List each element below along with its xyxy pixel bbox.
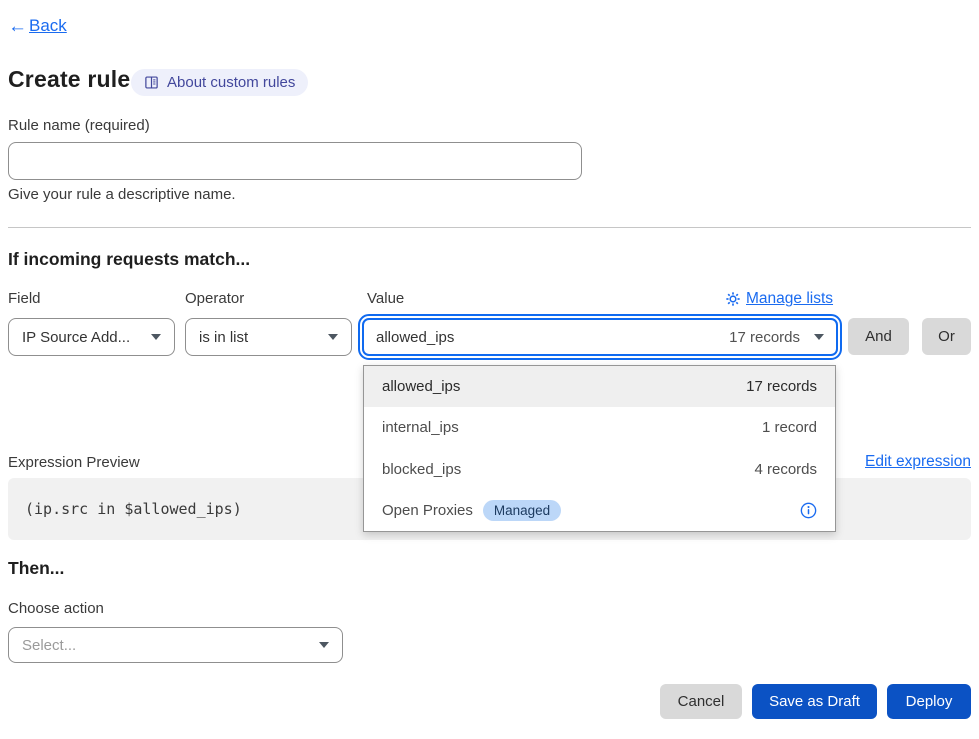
book-icon [144,75,159,90]
footer-actions: Cancel Save as Draft Deploy [0,684,979,719]
choose-action-label: Choose action [8,600,104,617]
list-name: blocked_ips [382,461,461,478]
chevron-down-icon [319,642,329,648]
info-icon[interactable] [800,502,817,519]
action-select[interactable]: Select... [8,627,343,663]
manage-lists-link[interactable]: Manage lists [726,290,833,308]
and-button[interactable]: And [848,318,909,355]
section-divider [8,227,971,228]
create-rule-page: ←Back Create rule About custom rules Rul… [0,0,979,739]
expression-preview-label: Expression Preview [8,454,140,471]
field-select-value: IP Source Add... [22,329,130,346]
chevron-down-icon [151,334,161,340]
list-record-count: 4 records [754,461,817,478]
about-custom-rules-badge[interactable]: About custom rules [131,69,308,96]
value-label: Value [367,290,404,307]
then-heading: Then... [8,558,64,579]
cancel-button[interactable]: Cancel [660,684,742,719]
list-name: internal_ips [382,419,459,436]
back-link[interactable]: ←Back [8,16,67,36]
list-record-count: 1 record [762,419,817,436]
manage-lists-label[interactable]: Manage lists [746,290,833,308]
edit-expression-link[interactable]: Edit expression [865,453,971,471]
field-label: Field [8,290,41,307]
rule-name-input[interactable] [8,142,582,180]
page-title: Create rule [8,66,130,93]
list-name: Open Proxies [382,502,473,519]
about-badge-label: About custom rules [167,74,295,91]
expression-code: (ip.src in $allowed_ips) [25,500,242,518]
dropdown-item-internal-ips[interactable]: internal_ips 1 record [364,407,835,448]
match-heading: If incoming requests match... [8,249,250,270]
managed-badge: Managed [483,500,561,521]
operator-select[interactable]: is in list [185,318,352,356]
value-select-selected: allowed_ips [376,329,454,346]
value-select-records: 17 records [729,329,800,346]
back-link-label[interactable]: Back [29,16,67,36]
deploy-button[interactable]: Deploy [887,684,971,719]
rule-name-helper: Give your rule a descriptive name. [8,186,236,203]
save-as-draft-button[interactable]: Save as Draft [752,684,877,719]
or-button[interactable]: Or [922,318,971,355]
list-name: allowed_ips [382,378,460,395]
action-select-placeholder: Select... [22,637,76,654]
dropdown-item-open-proxies[interactable]: Open Proxies Managed [364,490,835,531]
dropdown-item-allowed-ips[interactable]: allowed_ips 17 records [364,366,835,407]
gear-icon [726,292,740,306]
value-select[interactable]: allowed_ips 17 records [362,318,838,356]
list-record-count: 17 records [746,378,817,395]
chevron-down-icon [814,334,824,340]
chevron-down-icon [328,334,338,340]
operator-select-value: is in list [199,329,248,346]
back-arrow-icon: ← [8,17,27,36]
value-select-focus-ring: allowed_ips 17 records [358,314,842,360]
operator-label: Operator [185,290,244,307]
rule-name-label: Rule name (required) [8,117,150,134]
dropdown-item-blocked-ips[interactable]: blocked_ips 4 records [364,449,835,490]
field-select[interactable]: IP Source Add... [8,318,175,356]
value-dropdown-panel: allowed_ips 17 records internal_ips 1 re… [363,365,836,532]
